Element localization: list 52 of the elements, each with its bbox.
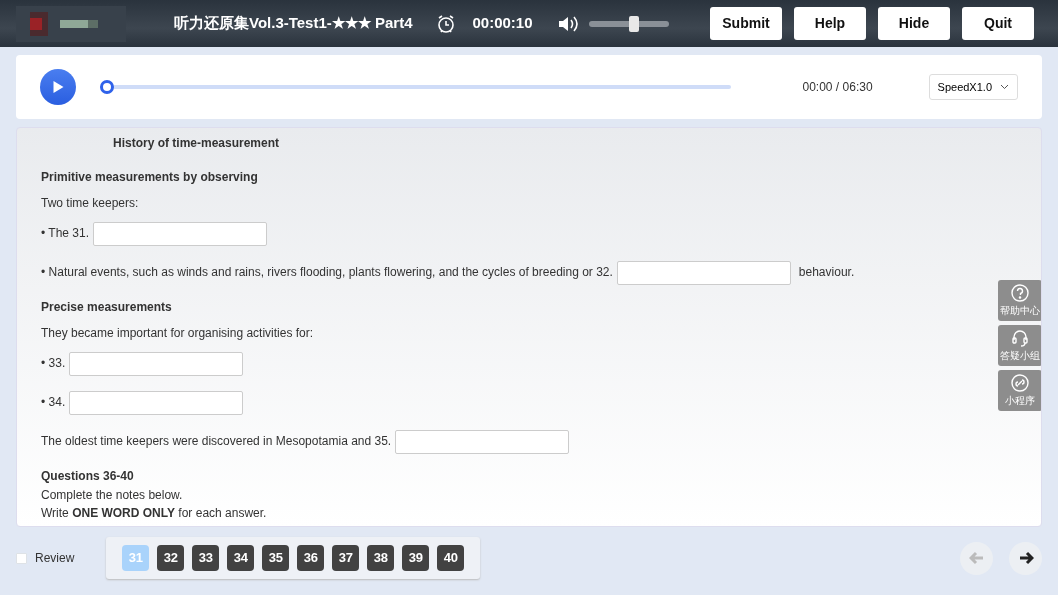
- question-number-button[interactable]: 39: [402, 545, 430, 571]
- play-icon: [52, 81, 64, 93]
- instruction-text: Two time keepers:: [41, 196, 139, 212]
- question-number-button[interactable]: 36: [297, 545, 325, 571]
- question-number-button[interactable]: 38: [367, 545, 395, 571]
- question-text: • The 31.: [41, 226, 89, 242]
- submit-button[interactable]: Submit: [710, 7, 782, 40]
- question-number-button[interactable]: 37: [332, 545, 360, 571]
- volume-thumb[interactable]: [629, 15, 640, 32]
- volume-slider[interactable]: [588, 15, 669, 32]
- alarm-clock-icon: [436, 13, 457, 34]
- progress-slider[interactable]: [100, 80, 731, 94]
- arrow-right-icon: [1017, 551, 1034, 565]
- instruction-text: Write ONE WORD ONLY for each answer.: [41, 506, 267, 522]
- caret-icon: [1000, 84, 1009, 90]
- headset-icon: [1010, 328, 1030, 348]
- question-text: • Natural events, such as winds and rains, rivers flooding, plants flowering, and the cycles of breeding or 32.: [41, 265, 613, 281]
- question-number-button[interactable]: 32: [157, 545, 185, 571]
- review-label: Review: [35, 550, 75, 567]
- progress-thumb[interactable]: [100, 80, 114, 94]
- timer: 00:00:10: [472, 13, 533, 34]
- quit-button[interactable]: Quit: [962, 7, 1034, 40]
- answer-field[interactable]: [616, 260, 791, 285]
- answer-field[interactable]: [395, 429, 570, 454]
- answer-field[interactable]: [69, 390, 244, 415]
- section-title: History of time-measurement: [112, 136, 280, 152]
- help-button[interactable]: Help: [794, 7, 866, 40]
- question-number-button[interactable]: 33: [192, 545, 220, 571]
- question-number-button[interactable]: 40: [437, 545, 465, 571]
- question-number-button[interactable]: 34: [227, 545, 255, 571]
- section-heading: Primitive measurements by observing: [41, 169, 258, 186]
- answer-field[interactable]: [69, 351, 244, 376]
- section-heading: Precise measurements: [41, 299, 172, 316]
- questions-heading: Questions 36-40: [41, 468, 134, 485]
- question-text: • 34.: [41, 395, 66, 411]
- help-icon: [1010, 283, 1030, 303]
- time-display: 00:00 / 06:30: [802, 79, 873, 96]
- review-checkbox[interactable]: [16, 552, 27, 564]
- answer-field[interactable]: [93, 221, 267, 246]
- question-number-button[interactable]: 35: [262, 545, 290, 571]
- question-text: • 33.: [41, 356, 66, 372]
- instruction-text: They became important for organising activities for:: [41, 326, 314, 342]
- hide-button[interactable]: Hide: [878, 7, 950, 40]
- question-text: behaviour.: [798, 265, 855, 281]
- exam-title: 听力还原集Vol.3-Test1-★★★ Part4: [174, 13, 413, 34]
- speed-dropdown[interactable]: SpeedX1.0: [928, 73, 1018, 101]
- question-text: The oldest time keepers were discovered in Mesopotamia and 35.: [41, 434, 392, 450]
- play-button[interactable]: [40, 69, 76, 105]
- instruction-text: Complete the notes below.: [41, 487, 183, 504]
- link-icon: [1010, 373, 1030, 393]
- next-button[interactable]: [1009, 541, 1042, 575]
- arrow-left-icon: [968, 551, 985, 565]
